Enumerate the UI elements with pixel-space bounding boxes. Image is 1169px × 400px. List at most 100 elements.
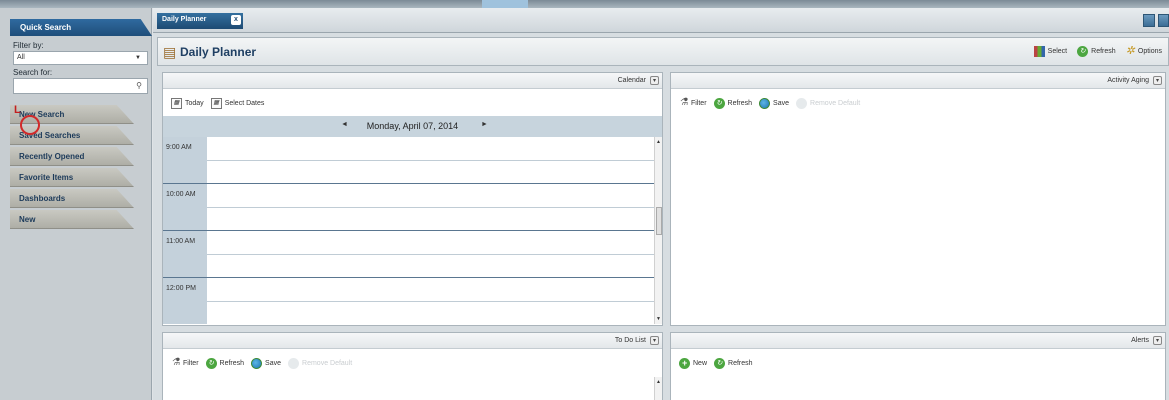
plus-icon: + <box>679 357 690 369</box>
time-slot[interactable]: 12:00 PM <box>163 278 654 324</box>
page-header: ▤ Daily Planner Select ↻ Refresh ✲ Options <box>157 37 1169 66</box>
nav-new[interactable]: New <box>10 210 134 229</box>
next-day-arrow-icon[interactable]: ► <box>481 121 488 128</box>
refresh-button[interactable]: ↻ Refresh <box>713 97 752 109</box>
activity-aging-panel: Activity Aging ▾ ⚗ Filter ↻ Refresh Save R… <box>670 72 1166 326</box>
time-slot[interactable]: 9:00 AM <box>163 137 654 184</box>
gear-icon: ✲ <box>1125 45 1135 57</box>
select-icon <box>1033 46 1045 57</box>
cursor-marker: L <box>14 104 21 116</box>
panel-menu-icon[interactable]: ▾ <box>1153 336 1162 345</box>
alerts-title: Alerts <box>1131 337 1149 344</box>
calendar-scrollbar[interactable]: ▲ ▼ <box>654 137 662 324</box>
remove-default-button[interactable]: Remove Default <box>288 357 353 369</box>
main-area: Daily Planner x ▤ Daily Planner Select ↻… <box>153 8 1169 400</box>
todo-scrollbar[interactable]: ▲ <box>654 377 662 400</box>
top-highlight <box>482 0 528 8</box>
header-toolbar: Select ↻ Refresh ✲ Options <box>1033 46 1162 57</box>
time-label: 9:00 AM <box>163 137 207 183</box>
remove-default-icon <box>288 357 300 369</box>
options-button[interactable]: ✲ Options <box>1126 46 1162 57</box>
scroll-up-arrow-icon[interactable]: ▲ <box>656 139 661 145</box>
save-button[interactable]: Save <box>251 357 282 369</box>
activity-aging-panel-header: Activity Aging ▾ <box>671 73 1165 89</box>
refresh-icon: ↻ <box>1077 46 1089 57</box>
select-label: Select <box>1047 48 1068 55</box>
panel-menu-icon[interactable]: ▾ <box>650 336 659 345</box>
chevron-down-icon: ▼ <box>135 55 141 61</box>
window-close-button[interactable] <box>1158 14 1169 27</box>
tab-daily-planner[interactable]: Daily Planner x <box>157 13 243 29</box>
todo-list-toolbar: ⚗ Filter ↻ Refresh Save Remove Default <box>163 353 662 373</box>
filter-icon: ⚗ <box>679 97 688 108</box>
tab-bar: Daily Planner x <box>153 8 1169 33</box>
window-restore-button[interactable] <box>1143 14 1155 27</box>
time-label: 12:00 PM <box>163 278 207 324</box>
time-slot[interactable]: 10:00 AM <box>163 184 654 231</box>
half-hour-line <box>207 254 654 255</box>
page-title: Daily Planner <box>180 45 257 59</box>
time-label: 11:00 AM <box>163 231 207 277</box>
new-label: New <box>693 359 708 367</box>
filter-button[interactable]: ⚗ Filter <box>679 98 707 108</box>
nav-dashboards[interactable]: Dashboards <box>10 189 134 208</box>
todo-list-panel-header: To Do List ▾ <box>163 333 662 349</box>
refresh-label: Refresh <box>219 359 245 367</box>
refresh-button[interactable]: ↻ Refresh <box>205 357 245 369</box>
remove-default-icon <box>796 97 808 109</box>
remove-default-label: Remove Default <box>302 359 353 367</box>
quick-search-header[interactable]: Quick Search <box>10 19 152 36</box>
alerts-panel: Alerts ▾ + New ↻ Refresh <box>670 332 1166 400</box>
calendar-title: Calendar <box>617 77 646 84</box>
todo-list-title: To Do List <box>614 337 646 344</box>
calendar-toolbar: ▦ Today ▦ Select Dates <box>163 93 662 113</box>
remove-default-button[interactable]: Remove Default <box>796 97 860 109</box>
search-icon[interactable]: ⚲ <box>136 81 142 90</box>
half-hour-line <box>207 301 654 302</box>
save-label: Save <box>265 359 282 367</box>
todo-list-panel: To Do List ▾ ⚗ Filter ↻ Refresh Save Remov… <box>162 332 663 400</box>
filter-button[interactable]: ⚗ Filter <box>171 358 199 368</box>
save-button[interactable]: Save <box>759 97 790 109</box>
activity-aging-title: Activity Aging <box>1107 77 1149 84</box>
panel-menu-icon[interactable]: ▾ <box>1153 76 1162 85</box>
refresh-label: Refresh <box>1091 48 1116 55</box>
search-for-label: Search for: <box>13 68 53 77</box>
filter-by-select[interactable]: All ▼ <box>13 51 148 65</box>
calendar-icon: ▦ <box>171 97 182 109</box>
refresh-button[interactable]: ↻ Refresh <box>714 357 753 369</box>
new-alert-button[interactable]: + New <box>679 357 708 369</box>
search-input[interactable]: ⚲ <box>13 78 148 94</box>
select-dates-button[interactable]: ▦ Select Dates <box>210 97 264 109</box>
prev-day-arrow-icon[interactable]: ◄ <box>341 121 348 128</box>
options-label: Options <box>1137 48 1162 55</box>
half-hour-line <box>207 207 654 208</box>
half-hour-line <box>207 160 654 161</box>
quick-search-sidebar: Quick Search Filter by: All ▼ Search for… <box>0 8 152 400</box>
scroll-down-arrow-icon[interactable]: ▼ <box>656 316 661 322</box>
click-highlight-ring <box>20 115 40 135</box>
nav-recently-opened[interactable]: Recently Opened <box>10 147 134 166</box>
filter-label: Filter <box>690 99 707 107</box>
refresh-icon: ↻ <box>714 357 726 369</box>
nav-favorite-items[interactable]: Favorite Items <box>10 168 134 187</box>
scrollbar-thumb[interactable] <box>656 207 662 235</box>
save-label: Save <box>773 99 790 107</box>
select-button[interactable]: Select <box>1033 46 1068 57</box>
save-icon <box>759 97 771 109</box>
date-navigation-bar: Monday, April 07, 2014 ◄ ► <box>163 116 662 137</box>
time-slot[interactable]: 11:00 AM <box>163 231 654 278</box>
alerts-toolbar: + New ↻ Refresh <box>671 353 1165 373</box>
tab-label: Daily Planner <box>162 16 207 23</box>
refresh-icon: ↻ <box>205 357 217 369</box>
calendar-range-icon: ▦ <box>210 97 222 109</box>
top-strip <box>0 0 1169 8</box>
today-button[interactable]: ▦ Today <box>171 97 204 109</box>
today-label: Today <box>185 99 204 107</box>
panel-menu-icon[interactable]: ▾ <box>650 76 659 85</box>
activity-aging-toolbar: ⚗ Filter ↻ Refresh Save Remove Default <box>671 93 1165 113</box>
current-date: Monday, April 07, 2014 <box>366 121 459 131</box>
scroll-up-arrow-icon[interactable]: ▲ <box>656 379 661 385</box>
close-icon[interactable]: x <box>231 15 241 25</box>
refresh-button[interactable]: ↻ Refresh <box>1077 46 1116 57</box>
